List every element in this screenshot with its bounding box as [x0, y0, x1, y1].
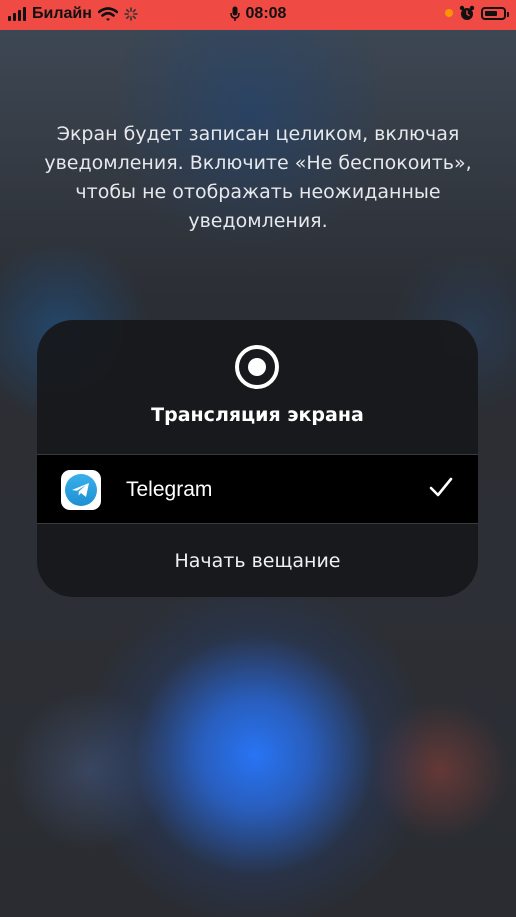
status-time: 08:08: [245, 5, 287, 22]
panel-title: Трансляция экрана: [151, 404, 364, 426]
status-bar-right: [445, 5, 509, 21]
alarm-clock-icon: [459, 5, 475, 20]
mic-in-use-indicator-icon: [445, 9, 453, 17]
record-icon: [235, 345, 279, 389]
app-name-label: Telegram: [126, 478, 213, 501]
start-broadcast-button[interactable]: Начать вещание: [37, 524, 478, 597]
status-bar-center: 08:08: [0, 5, 516, 23]
microphone-icon: [229, 6, 240, 21]
screen-broadcast-panel: Трансляция экрана Telegram Начать вещани…: [37, 320, 478, 597]
battery-icon: [481, 6, 509, 20]
recording-warning-message: Экран будет записан целиком, включая уве…: [44, 123, 472, 232]
status-bar: Билайн 08:08: [0, 0, 516, 30]
telegram-icon: [61, 470, 101, 510]
checkmark-icon: [429, 477, 453, 497]
app-option-telegram[interactable]: Telegram: [37, 454, 478, 524]
